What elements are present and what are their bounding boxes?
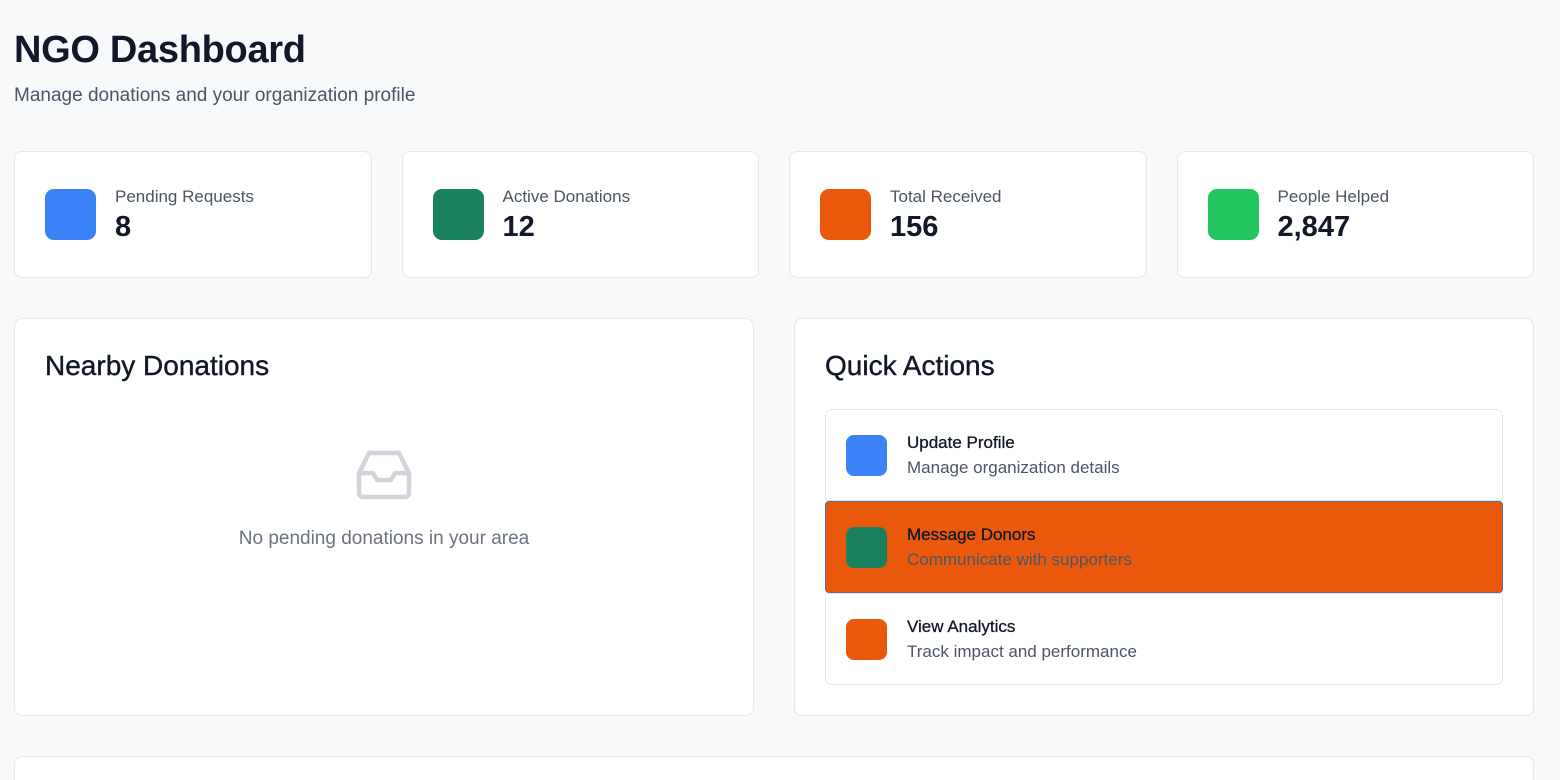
stats-row: Pending Requests 8 Active Donations 12 T… (14, 151, 1534, 278)
people-helped-icon (1207, 189, 1259, 240)
stat-label: Active Donations (502, 186, 631, 206)
action-title: View Analytics (907, 616, 1016, 636)
stat-value: 156 (890, 210, 939, 243)
page-subtitle: Manage donations and your organization p… (14, 85, 416, 106)
inbox-icon (355, 449, 413, 506)
view-analytics-action[interactable]: View Analytics Track impact and performa… (825, 593, 1503, 685)
total-received-icon (820, 189, 871, 240)
message-donors-action[interactable]: Message Donors Communicate with supporte… (825, 501, 1503, 593)
stat-label: Total Received (890, 186, 1002, 206)
empty-state-text: No pending donations in your area (238, 528, 530, 549)
page-header: NGO Dashboard Manage donations and your … (14, 28, 415, 108)
action-title: Update Profile (907, 432, 1015, 452)
profile-icon (846, 434, 887, 476)
empty-state: No pending donations in your area (15, 449, 753, 550)
pending-requests-icon (45, 189, 96, 240)
analytics-icon (846, 618, 887, 660)
bottom-panel (14, 756, 1534, 780)
stat-card-pending-requests: Pending Requests 8 (14, 151, 372, 278)
stat-label: Pending Requests (115, 186, 254, 206)
stat-card-active-donations: Active Donations 12 (401, 151, 759, 278)
message-icon (846, 526, 887, 568)
action-title: Message Donors (907, 524, 1036, 544)
quick-actions-panel: Quick Actions Update Profile Manage orga… (794, 318, 1534, 716)
action-description: Track impact and performance (907, 641, 1137, 661)
action-description: Communicate with supporters (907, 549, 1132, 569)
ngo-dashboard-page: NGO Dashboard Manage donations and your … (0, 0, 1560, 780)
stat-label: People Helped (1277, 186, 1390, 206)
active-donations-icon (432, 189, 484, 240)
stat-card-total-received: Total Received 156 (789, 151, 1147, 278)
panel-title: Nearby Donations (45, 350, 270, 381)
nearby-donations-panel: Nearby Donations No pending donations in… (14, 318, 754, 716)
stat-value: 12 (502, 210, 535, 243)
quick-actions-list: Update Profile Manage organization detai… (825, 409, 1503, 685)
action-description: Manage organization details (907, 457, 1120, 477)
stat-value: 2,847 (1277, 210, 1351, 243)
stat-card-people-helped: People Helped 2,847 (1176, 151, 1534, 278)
update-profile-action[interactable]: Update Profile Manage organization detai… (825, 409, 1503, 501)
panel-title: Quick Actions (825, 350, 995, 381)
stat-value: 8 (115, 210, 132, 243)
page-title: NGO Dashboard (14, 29, 306, 71)
